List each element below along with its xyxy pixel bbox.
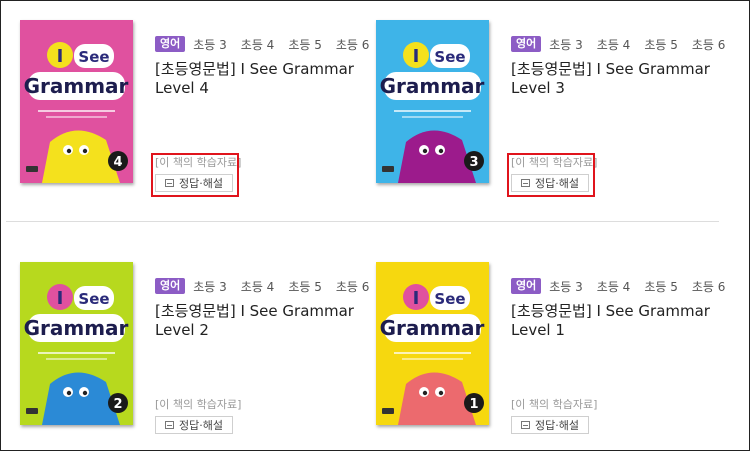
svg-text:1: 1 <box>469 397 478 412</box>
book-info: 영어 초등 3 초등 4 초등 5 초등 6 [초등영문법] I See Grammar … <box>151 35 369 197</box>
svg-text:2: 2 <box>113 397 122 412</box>
grade-tag: 초등 4 <box>240 279 275 294</box>
svg-text:See: See <box>78 48 109 66</box>
answer-explanation-button[interactable]: 정답·해설 <box>511 416 589 434</box>
row-divider <box>6 221 719 222</box>
learning-materials: [이 책의 학습자료] 정답·해설 <box>155 398 241 434</box>
book-cover-art: I See Grammar 4 <box>20 20 133 183</box>
grade-tag: 초등 4 <box>596 37 631 52</box>
highlight-box <box>507 153 595 197</box>
materials-label: [이 책의 학습자료] <box>511 398 598 411</box>
book-info: 영어 초등 3 초등 4 초등 5 초등 6 [초등영문법] I See Grammar … <box>155 277 369 434</box>
book-cover-art: I See Grammar 3 <box>376 20 489 183</box>
document-icon <box>165 421 174 429</box>
book-card: I See Grammar 1 영어 초등 3 초등 4 초등 5 초등 6 [초등영문법] I … <box>356 262 725 442</box>
book-info: 영어 초등 3 초등 4 초등 5 초등 6 [초등영문법] I See Grammar … <box>511 277 725 434</box>
book-card: I See Grammar 4 영어 초등 3 초등 4 초등 5 초등 6 [초등영문법] I … <box>0 20 369 200</box>
book-title-link[interactable]: [초등영문법] I See Grammar Level 4 <box>155 60 360 100</box>
book-card: I See Grammar 2 영어 초등 3 초등 4 초등 5 초등 6 [초등영문법] I … <box>0 262 369 442</box>
svg-text:See: See <box>434 290 465 308</box>
svg-text:Grammar: Grammar <box>380 316 485 340</box>
svg-text:I: I <box>413 46 420 67</box>
book-cover[interactable]: I See Grammar 1 <box>376 262 489 425</box>
book-title-link[interactable]: [초등영문법] I See Grammar Level 1 <box>511 302 716 342</box>
grade-tags: 영어 초등 3 초등 4 초등 5 초등 6 <box>155 277 369 295</box>
grade-tag: 초등 6 <box>691 279 726 294</box>
learning-materials: [이 책의 학습자료] 정답·해설 <box>511 398 597 434</box>
book-cover[interactable]: I See Grammar 4 <box>20 20 133 183</box>
book-cover[interactable]: I See Grammar 2 <box>20 262 133 425</box>
answer-button-label: 정답·해설 <box>179 419 223 432</box>
grade-tag: 초등 5 <box>288 279 322 294</box>
book-card: I See Grammar 3 영어 초등 3 초등 4 초등 5 초등 6 [초등영문법] I … <box>356 20 725 200</box>
svg-text:Grammar: Grammar <box>380 74 485 98</box>
book-cover[interactable]: I See Grammar 3 <box>376 20 489 183</box>
svg-text:I: I <box>57 288 64 309</box>
answer-explanation-button[interactable]: 정답·해설 <box>155 416 233 434</box>
answer-button-label: 정답·해설 <box>535 419 579 432</box>
grade-tag: 초등 3 <box>193 37 227 52</box>
grade-tag: 초등 3 <box>193 279 227 294</box>
grade-tag: 초등 3 <box>549 279 583 294</box>
grade-tag: 초등 5 <box>288 37 322 52</box>
book-title-link[interactable]: [초등영문법] I See Grammar Level 2 <box>155 302 360 342</box>
svg-text:4: 4 <box>113 155 122 170</box>
grade-tag: 초등 3 <box>549 37 583 52</box>
book-cover-art: I See Grammar 2 <box>20 262 133 425</box>
highlight-box <box>151 153 239 197</box>
svg-text:3: 3 <box>469 155 478 170</box>
grade-tag: 초등 5 <box>644 279 678 294</box>
learning-materials: [이 책의 학습자료] 정답·해설 <box>151 153 241 197</box>
learning-materials: [이 책의 학습자료] 정답·해설 <box>507 153 597 197</box>
grade-tag: 초등 5 <box>644 37 678 52</box>
book-cover-art: I See Grammar 1 <box>376 262 489 425</box>
subject-badge: 영어 <box>155 36 186 52</box>
subject-badge: 영어 <box>511 278 542 294</box>
grade-tag: 초등 6 <box>691 37 726 52</box>
svg-text:I: I <box>57 46 64 67</box>
materials-label: [이 책의 학습자료] <box>155 398 242 411</box>
grade-tags: 영어 초등 3 초등 4 초등 5 초등 6 <box>511 277 725 295</box>
document-icon <box>521 421 530 429</box>
svg-text:See: See <box>434 48 465 66</box>
subject-badge: 영어 <box>155 278 186 294</box>
grade-tag: 초등 4 <box>240 37 275 52</box>
book-title-link[interactable]: [초등영문법] I See Grammar Level 3 <box>511 60 716 100</box>
svg-text:I: I <box>413 288 420 309</box>
svg-text:Grammar: Grammar <box>24 316 129 340</box>
grade-tag: 초등 4 <box>596 279 631 294</box>
grade-tags: 영어 초등 3 초등 4 초등 5 초등 6 <box>511 35 725 53</box>
book-info: 영어 초등 3 초등 4 초등 5 초등 6 [초등영문법] I See Grammar … <box>507 35 725 197</box>
svg-text:Grammar: Grammar <box>24 74 129 98</box>
subject-badge: 영어 <box>511 36 542 52</box>
grade-tags: 영어 초등 3 초등 4 초등 5 초등 6 <box>155 35 369 53</box>
svg-text:See: See <box>78 290 109 308</box>
